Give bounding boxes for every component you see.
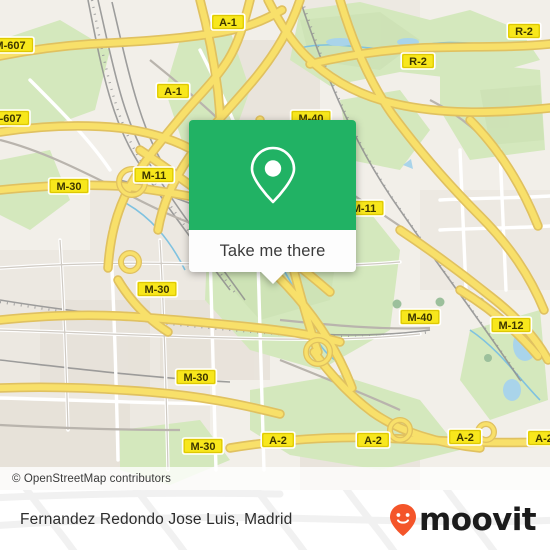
road-shield: M-607 bbox=[0, 109, 31, 127]
moovit-map-screenshot: M-607A-1R-2R-2M-607A-1M-40M-30M-11M-11M-… bbox=[0, 0, 550, 550]
road-shield-label: A-1 bbox=[164, 86, 182, 98]
road-shield-label: M-30 bbox=[190, 441, 215, 453]
road-shield: M-40 bbox=[398, 308, 442, 326]
page-title: Fernandez Redondo Jose Luis, Madrid bbox=[20, 490, 292, 550]
road-shield-label: M-12 bbox=[498, 320, 523, 332]
moovit-wordmark: moovit bbox=[419, 501, 537, 538]
popup-pointer-tip bbox=[260, 272, 285, 284]
road-shield: A-1 bbox=[155, 82, 191, 100]
road-shield: R-2 bbox=[506, 22, 542, 40]
road-shield-label: A-2 bbox=[535, 433, 550, 445]
road-shield: M-11 bbox=[132, 166, 176, 184]
road-shield-label: M-30 bbox=[183, 372, 208, 384]
road-shield: M-607 bbox=[0, 36, 35, 54]
map-attribution-bar: © OpenStreetMap contributors bbox=[0, 467, 550, 490]
moovit-logo[interactable]: moovit bbox=[388, 490, 537, 550]
road-shield-label: A-2 bbox=[269, 435, 287, 447]
road-shield: A-2 bbox=[260, 431, 296, 449]
road-shield-label: M-40 bbox=[407, 312, 432, 324]
road-shield: R-2 bbox=[400, 52, 436, 70]
road-shield-label: M-607 bbox=[0, 40, 26, 52]
road-shield: M-30 bbox=[135, 280, 179, 298]
take-me-there-label: Take me there bbox=[219, 241, 326, 260]
road-shield-label: M-30 bbox=[56, 181, 81, 193]
popup-icon-area bbox=[189, 120, 356, 230]
take-me-there-button[interactable]: Take me there bbox=[189, 230, 356, 284]
road-shield-label: M-607 bbox=[0, 113, 22, 125]
road-shield-label: M-11 bbox=[142, 170, 166, 182]
osm-attribution-text: © OpenStreetMap contributors bbox=[12, 472, 171, 485]
road-shield: A-2 bbox=[355, 431, 391, 449]
moovit-pin-icon bbox=[390, 504, 417, 536]
road-shield-label: R-2 bbox=[515, 26, 533, 38]
road-shield: A-2 bbox=[526, 429, 550, 447]
road-shield: M-30 bbox=[47, 177, 91, 195]
road-shield: M-30 bbox=[181, 437, 225, 455]
road-shield: A-1 bbox=[210, 13, 246, 31]
road-shield-label: A-1 bbox=[219, 17, 237, 29]
road-shield: A-2 bbox=[447, 428, 483, 446]
map-popup-card[interactable]: Take me there bbox=[189, 120, 356, 284]
location-pin-icon bbox=[250, 146, 295, 204]
footer-bar: Fernandez Redondo Jose Luis, Madrid moov… bbox=[0, 490, 550, 550]
road-shield-label: M-30 bbox=[144, 284, 169, 296]
road-shield: M-30 bbox=[174, 368, 218, 386]
place-title-text: Fernandez Redondo Jose Luis, Madrid bbox=[20, 511, 293, 528]
road-shield-label: A-2 bbox=[364, 435, 382, 447]
road-shield-label: A-2 bbox=[456, 432, 474, 444]
road-shield-label: R-2 bbox=[409, 56, 427, 68]
road-shield: M-12 bbox=[489, 316, 533, 334]
